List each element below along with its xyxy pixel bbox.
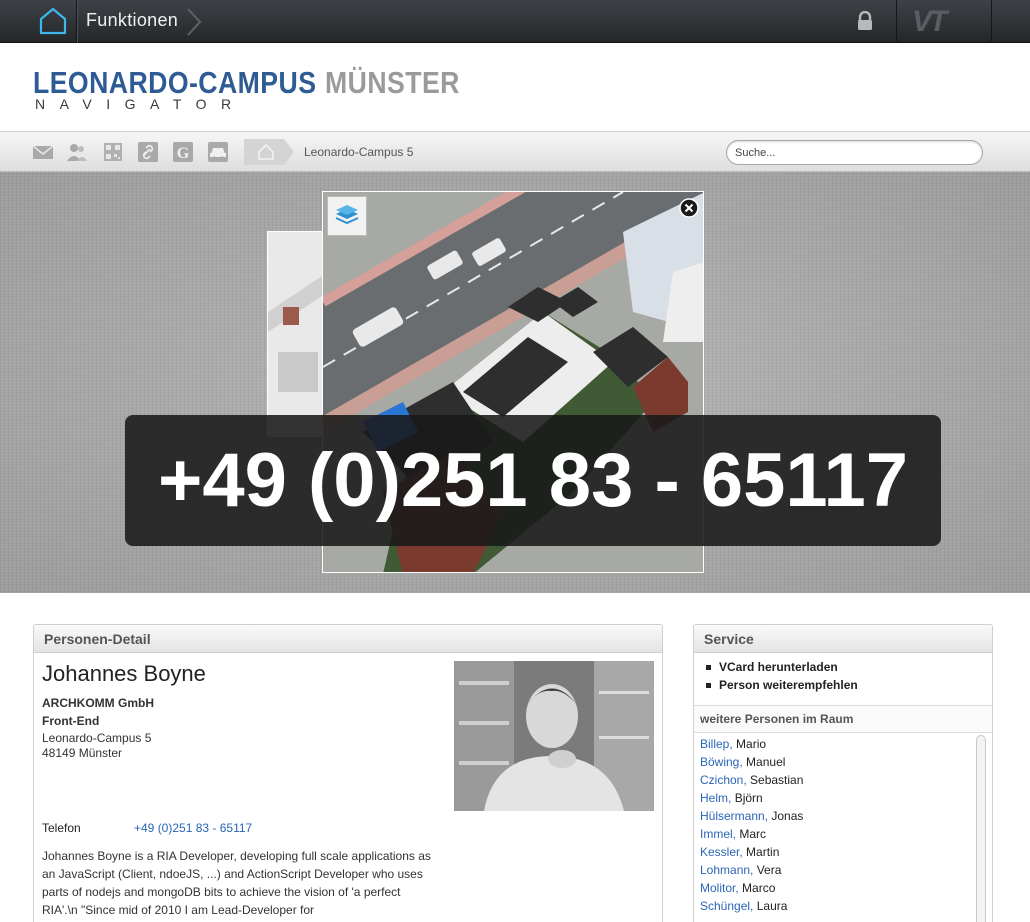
people-list-scrollbar[interactable] bbox=[976, 735, 986, 922]
layers-icon bbox=[335, 205, 359, 225]
phone-number-overlay[interactable]: +49 (0)251 83 - 65117 bbox=[125, 415, 941, 546]
service-panel: Service VCard herunterladen Person weite… bbox=[693, 624, 993, 922]
top-navigation-bar: Funktionen VT bbox=[0, 0, 1030, 43]
phone-label: Telefon bbox=[42, 821, 81, 835]
logo-text-leonardo-campus: LEONARDO-CAMPUS bbox=[33, 65, 317, 100]
person-photo bbox=[454, 661, 654, 811]
mail-icon[interactable] bbox=[32, 142, 54, 162]
google-icon[interactable]: G bbox=[172, 142, 194, 162]
list-item[interactable]: Immel, Marc bbox=[700, 827, 980, 845]
list-item[interactable]: Böwing, Manuel bbox=[700, 755, 980, 773]
breadcrumb[interactable]: Leonardo-Campus 5 bbox=[304, 145, 413, 159]
phone-number-large: +49 (0)251 83 - 65117 bbox=[157, 438, 909, 523]
divider bbox=[76, 0, 77, 43]
vcard-download-link[interactable]: VCard herunterladen bbox=[706, 660, 838, 674]
functions-menu-button[interactable]: Funktionen bbox=[86, 10, 178, 31]
list-item[interactable]: Helm, Björn bbox=[700, 791, 980, 809]
people-list: Billep, Mario Böwing, Manuel Czichon, Se… bbox=[700, 737, 980, 917]
svg-text:G: G bbox=[177, 145, 190, 162]
search-input[interactable] bbox=[726, 140, 983, 165]
map-hero-area: +49 (0)251 83 - 65117 bbox=[0, 172, 1030, 593]
logo-text-muenster: MÜNSTER bbox=[325, 65, 460, 100]
list-item[interactable]: Kessler, Martin bbox=[700, 845, 980, 863]
breadcrumb-home-icon[interactable] bbox=[244, 139, 296, 165]
toolbar: G Leonardo-Campus 5 bbox=[0, 131, 1030, 172]
link-icon[interactable] bbox=[137, 142, 159, 162]
close-icon[interactable] bbox=[679, 198, 699, 218]
person-name: Johannes Boyne bbox=[42, 661, 206, 686]
phone-link[interactable]: +49 (0)251 83 - 65117 bbox=[134, 821, 252, 835]
panel-title: Personen-Detail bbox=[34, 625, 662, 653]
lock-icon[interactable] bbox=[856, 11, 874, 31]
layers-button[interactable] bbox=[327, 196, 367, 236]
people-icon[interactable] bbox=[66, 142, 88, 162]
vt-logo[interactable]: VT bbox=[912, 5, 947, 39]
list-item[interactable]: Schüngel, Laura bbox=[700, 899, 980, 917]
list-item[interactable]: Molitor, Marco bbox=[700, 881, 980, 899]
recommend-person-link[interactable]: Person weiterempfehlen bbox=[706, 678, 858, 692]
list-item[interactable]: Czichon, Sebastian bbox=[700, 773, 980, 791]
home-icon[interactable] bbox=[36, 6, 70, 36]
logo-subtitle: NAVIGATOR bbox=[35, 96, 246, 112]
panel-title: Service bbox=[694, 625, 992, 653]
people-in-room-heading: weitere Personen im Raum bbox=[694, 705, 992, 733]
list-item[interactable]: Billep, Mario bbox=[700, 737, 980, 755]
address-street: Leonardo-Campus 5 bbox=[42, 731, 152, 745]
address-city: 48149 Münster bbox=[42, 746, 123, 760]
person-bio: Johannes Boyne is a RIA Developer, devel… bbox=[42, 849, 431, 917]
chevron-right-icon bbox=[187, 8, 202, 36]
role: Front-End bbox=[42, 714, 100, 728]
car-icon[interactable] bbox=[207, 142, 229, 162]
site-header: LEONARDO-CAMPUS MÜNSTER NAVIGATOR bbox=[0, 43, 1030, 131]
company: ARCHKOMM GmbH bbox=[42, 696, 154, 710]
list-item[interactable]: Lohmann, Vera bbox=[700, 863, 980, 881]
qr-code-icon[interactable] bbox=[102, 142, 124, 162]
person-detail-panel: Personen-Detail Johannes Boyne ARCHKOMM … bbox=[33, 624, 663, 922]
list-item[interactable]: Hülsermann, Jonas bbox=[700, 809, 980, 827]
map-tile-background bbox=[267, 231, 328, 437]
